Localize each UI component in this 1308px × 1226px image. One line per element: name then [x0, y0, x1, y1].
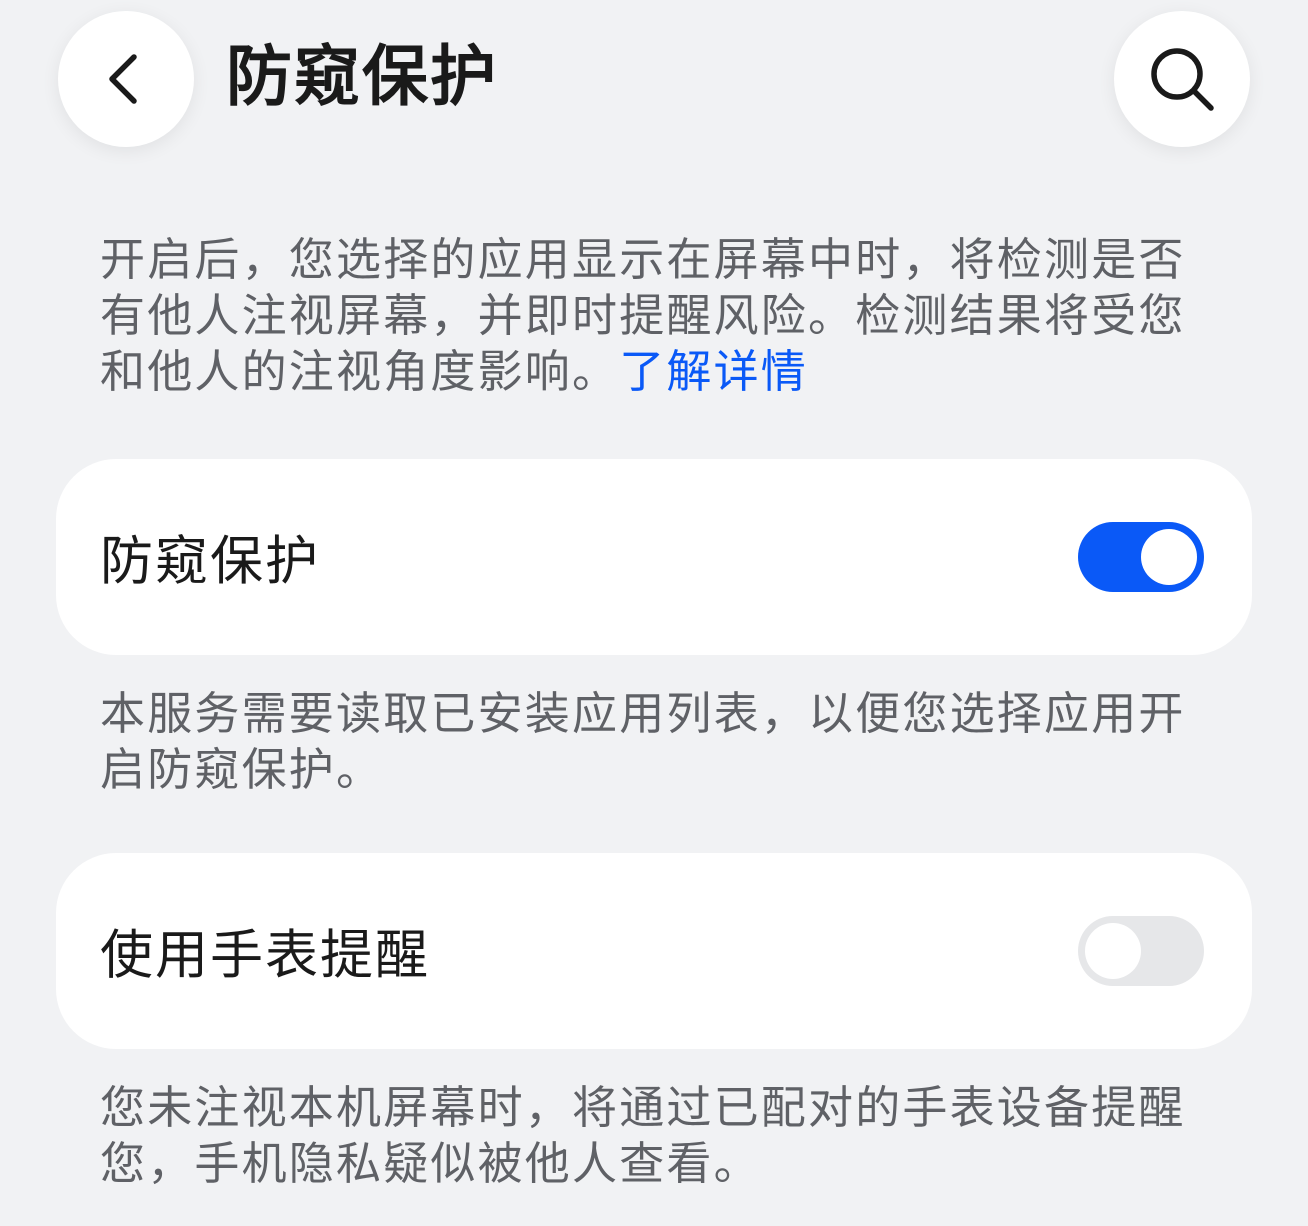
privacy-protection-label: 防窥保护 — [100, 531, 320, 592]
watch-reminder-switch[interactable] — [1078, 916, 1204, 986]
chevron-left-icon — [109, 54, 137, 104]
privacy-protection-card: 防窥保护 — [56, 459, 1252, 655]
switch-knob — [1085, 923, 1141, 979]
search-button[interactable] — [1114, 11, 1250, 147]
title-bar: 防窥保护 — [0, 0, 1308, 160]
search-icon — [1151, 48, 1214, 111]
feature-description: 开启后，您选择的应用显示在屏幕中时，将检测是否有他人注视屏幕，并即时提醒风险。检… — [100, 232, 1212, 400]
page-title: 防窥保护 — [226, 38, 498, 115]
learn-more-link[interactable]: 了解详情 — [619, 345, 808, 398]
privacy-protection-description: 本服务需要读取已安装应用列表，以便您选择应用开启防窥保护。 — [100, 687, 1186, 796]
back-button[interactable] — [58, 11, 194, 147]
watch-reminder-card: 使用手表提醒 — [56, 853, 1252, 1049]
privacy-protection-switch[interactable] — [1078, 522, 1204, 592]
watch-reminder-label: 使用手表提醒 — [100, 925, 430, 986]
watch-reminder-description: 您未注视本机屏幕时，将通过已配对的手表设备提醒您，手机隐私疑似被他人查看。 — [100, 1081, 1186, 1190]
switch-knob — [1141, 529, 1197, 585]
